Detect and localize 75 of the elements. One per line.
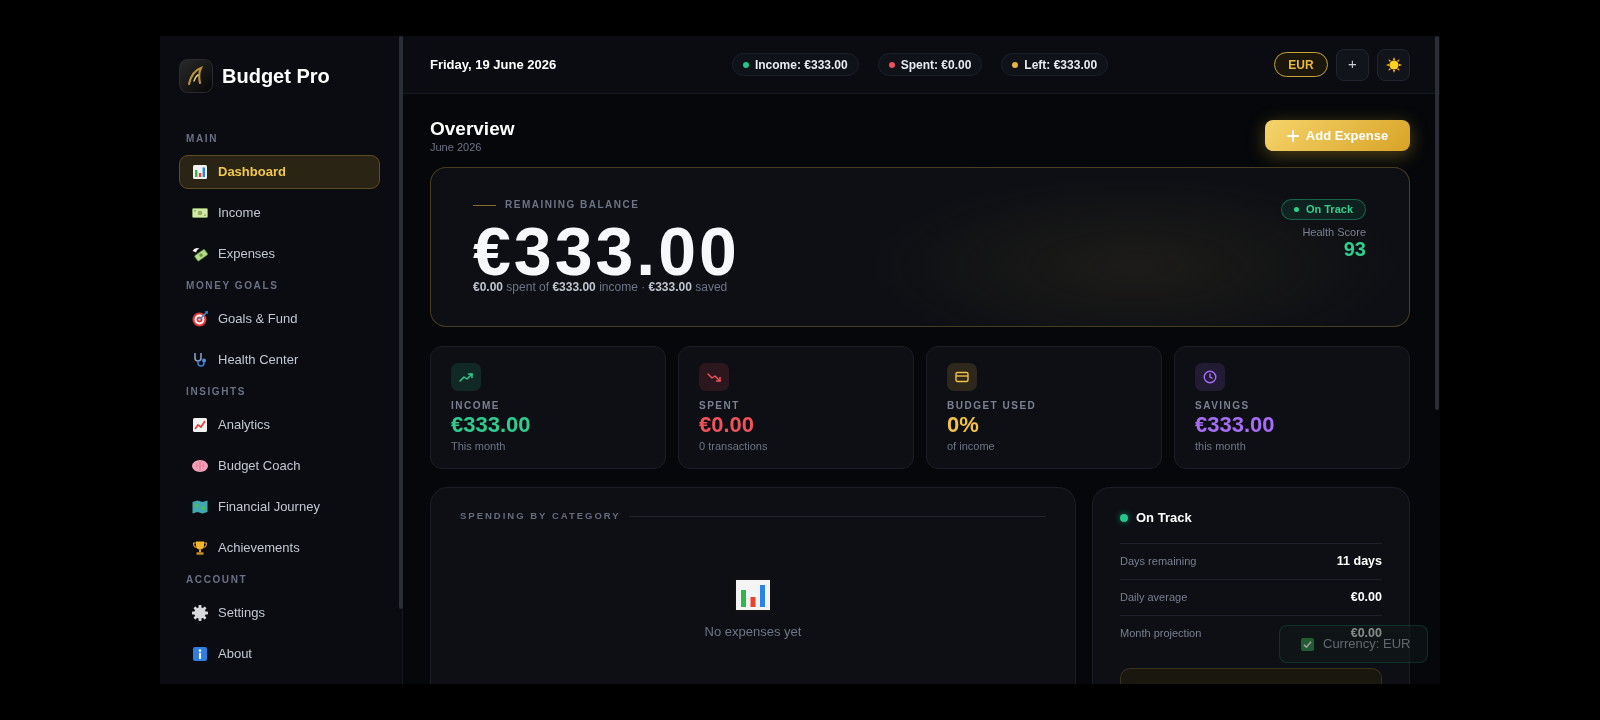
stat-label: SPENT bbox=[699, 400, 741, 412]
info-icon bbox=[192, 646, 208, 662]
brain-icon bbox=[192, 460, 208, 472]
metric-label: Days remaining bbox=[1120, 554, 1197, 570]
balance-amount: €333.00 bbox=[473, 223, 740, 279]
stat-value: €333.00 bbox=[1195, 413, 1276, 437]
nav-item[interactable]: About bbox=[179, 637, 380, 671]
trophy-icon bbox=[192, 541, 208, 555]
section-label: INSIGHTS bbox=[185, 385, 248, 399]
stat-value: €333.00 bbox=[451, 413, 532, 437]
section-label: ACCOUNT bbox=[185, 573, 249, 587]
trend-down-icon bbox=[699, 363, 729, 391]
nav-item[interactable]: Achievements bbox=[179, 531, 380, 565]
line-chart-icon bbox=[192, 417, 208, 433]
stat-note: 0 transactions bbox=[699, 439, 769, 453]
stat-label: INCOME bbox=[451, 400, 501, 412]
status-dot bbox=[1293, 207, 1299, 212]
health-score-value: 93 bbox=[1343, 239, 1366, 259]
credit-card-icon bbox=[947, 363, 977, 391]
trend-up-icon bbox=[451, 363, 481, 391]
logo-icon bbox=[179, 59, 213, 93]
sun-icon bbox=[1385, 56, 1402, 73]
section-title: SPENDING BY CATEGORY bbox=[460, 510, 621, 522]
summary-text: Left: €333.00 bbox=[1024, 56, 1098, 74]
currency-button[interactable]: EUR bbox=[1274, 52, 1328, 77]
status-title: On Track bbox=[1136, 509, 1192, 528]
metric-value: 11 days bbox=[1336, 553, 1382, 571]
theme-toggle-button[interactable] bbox=[1377, 48, 1410, 81]
nav-item[interactable]: Settings bbox=[179, 596, 380, 630]
check-icon bbox=[1301, 637, 1314, 651]
empty-message: No expenses yet bbox=[704, 624, 802, 640]
nav-item[interactable]: Budget Coach bbox=[179, 449, 380, 483]
banknote-icon bbox=[192, 208, 208, 218]
stat-label: SAVINGS bbox=[1195, 400, 1251, 412]
metric-value: €0.00 bbox=[1350, 589, 1382, 607]
stat-label: BUDGET USED bbox=[947, 400, 1038, 412]
nav-item[interactable]: Dashboard bbox=[179, 155, 380, 189]
plus-icon bbox=[1286, 129, 1299, 142]
stat-note: This month bbox=[451, 439, 507, 453]
bar-chart-icon bbox=[192, 164, 208, 180]
page-title: Overview bbox=[430, 118, 515, 140]
date-label: Friday, 19 June 2026 bbox=[430, 55, 557, 74]
status-text: On Track bbox=[1305, 202, 1353, 218]
page-subtitle: June 2026 bbox=[430, 140, 483, 154]
summary-text: Income: €333.00 bbox=[754, 56, 848, 74]
nav-item[interactable]: Analytics bbox=[179, 408, 380, 442]
nav-item[interactable]: Health Center bbox=[179, 343, 380, 377]
section-label: MAIN bbox=[185, 132, 219, 146]
stat-note: this month bbox=[1195, 439, 1247, 453]
balance-label: REMAINING BALANCE bbox=[505, 199, 640, 211]
clock-icon bbox=[1195, 363, 1225, 391]
flying-money-icon bbox=[192, 246, 208, 262]
bar-chart-icon bbox=[734, 578, 772, 612]
stethoscope-icon bbox=[192, 352, 208, 368]
nav-item[interactable]: Income bbox=[179, 196, 380, 230]
scrollbar-thumb[interactable] bbox=[399, 36, 403, 609]
section-label: MONEY GOALS bbox=[185, 279, 280, 293]
gear-icon bbox=[192, 605, 208, 621]
nav-item[interactable]: Financial Journey bbox=[179, 490, 380, 524]
stat-value: €0.00 bbox=[699, 413, 756, 437]
status-dot bbox=[1120, 514, 1128, 522]
add-button[interactable]: + bbox=[1336, 48, 1369, 81]
metric-label: Daily average bbox=[1120, 590, 1188, 606]
map-icon bbox=[192, 500, 208, 514]
nav-item[interactable]: Expenses bbox=[179, 237, 380, 271]
summary-text: Spent: €0.00 bbox=[900, 56, 972, 74]
metric-label: Month projection bbox=[1120, 626, 1202, 642]
stat-note: of income bbox=[947, 439, 996, 453]
target-icon bbox=[192, 311, 208, 327]
nav-item[interactable]: Goals & Fund bbox=[179, 302, 380, 336]
scrollbar-thumb[interactable] bbox=[1435, 36, 1439, 410]
stat-value: 0% bbox=[947, 413, 980, 437]
health-score-label: Health Score bbox=[1302, 226, 1366, 239]
balance-summary: €0.00 spent of €333.00 income · €333.00 saved bbox=[473, 279, 729, 295]
app-name: Budget Pro bbox=[222, 64, 330, 88]
